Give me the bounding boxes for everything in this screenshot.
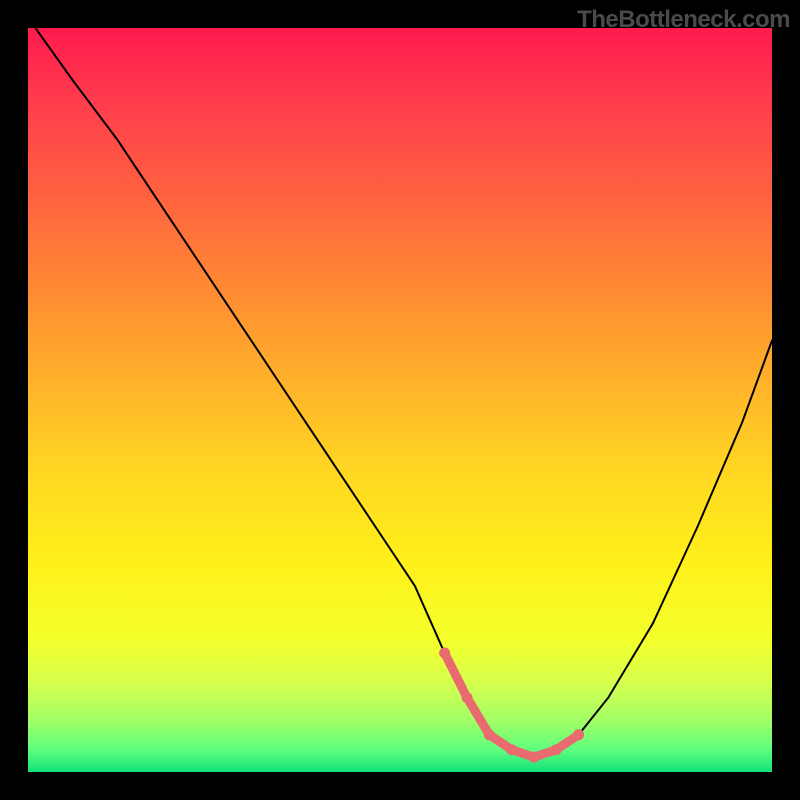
highlight-dot	[439, 648, 450, 659]
highlight-dot	[573, 729, 584, 740]
highlight-dot	[528, 752, 539, 763]
plot-area	[28, 28, 772, 772]
chart-container: TheBottleneck.com	[0, 0, 800, 800]
optimal-range-highlight	[445, 653, 579, 757]
highlight-dot	[551, 744, 562, 755]
highlight-dot	[484, 729, 495, 740]
bottleneck-curve-line	[35, 28, 772, 757]
highlight-dot	[506, 744, 517, 755]
curve-svg	[28, 28, 772, 772]
highlight-dot	[462, 692, 473, 703]
